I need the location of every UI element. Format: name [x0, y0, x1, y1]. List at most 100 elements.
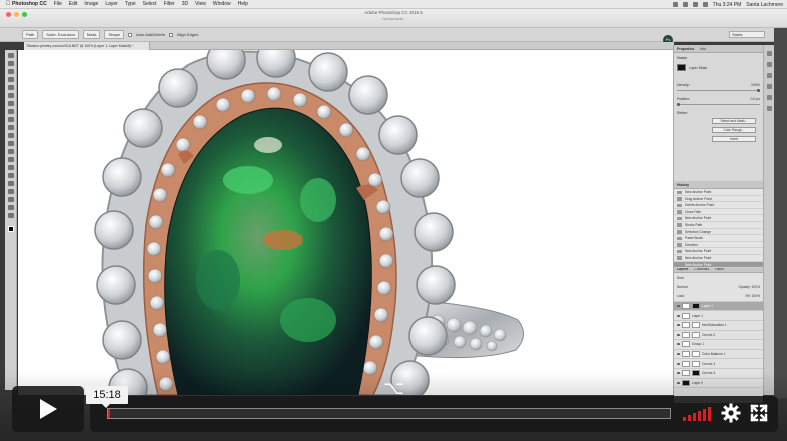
layer-row[interactable]: Layer 1	[674, 311, 763, 321]
quick-select-tool-icon[interactable]	[7, 77, 14, 82]
layer-row[interactable]: Curves 3	[674, 359, 763, 369]
mask-thumbnail[interactable]	[677, 64, 686, 71]
menu-window[interactable]: Window	[213, 1, 231, 7]
layer-group-row[interactable]: Group 1	[674, 340, 763, 350]
select-and-mask-button[interactable]: Select and Mask...	[712, 118, 756, 124]
crop-tool-icon[interactable]	[7, 85, 14, 90]
history-item[interactable]: Stroke Path	[674, 222, 763, 229]
menu-layer[interactable]: Layer	[105, 1, 118, 7]
layer-row[interactable]: Curves 2	[674, 331, 763, 341]
eye-icon[interactable]	[677, 343, 680, 346]
volume-icon[interactable]	[683, 405, 711, 421]
status-icon[interactable]	[682, 2, 688, 7]
progress-bar[interactable]	[107, 408, 671, 419]
pen-tool-icon[interactable]	[7, 165, 14, 170]
eye-icon[interactable]	[677, 305, 680, 308]
feather-slider[interactable]	[677, 103, 760, 106]
brush-panel-icon[interactable]	[766, 95, 772, 100]
history-item[interactable]: Close Path	[674, 209, 763, 216]
eye-icon[interactable]	[677, 353, 680, 356]
shape-button[interactable]: Shape	[104, 30, 125, 39]
tab-properties[interactable]: Properties	[677, 47, 694, 51]
layer-mask-thumbnail[interactable]	[692, 322, 700, 329]
type-tool-icon[interactable]	[7, 173, 14, 178]
density-value[interactable]: 100%	[751, 83, 760, 87]
menu-app[interactable]: Photoshop CC	[12, 1, 47, 7]
menu-view[interactable]: View	[195, 1, 206, 7]
color-range-button[interactable]: Color Range...	[712, 127, 756, 133]
menu-file[interactable]: File	[54, 1, 62, 7]
play-button[interactable]	[12, 386, 84, 432]
eye-icon[interactable]	[677, 324, 680, 327]
density-slider-handle[interactable]	[756, 89, 760, 92]
eye-icon[interactable]	[677, 362, 680, 365]
brush-tool-icon[interactable]	[7, 109, 14, 114]
density-slider[interactable]	[677, 89, 760, 92]
blur-tool-icon[interactable]	[7, 149, 14, 154]
fill-value[interactable]: 100%	[752, 294, 760, 298]
layer-row-selected[interactable]: Layer 1	[674, 301, 763, 312]
history-item[interactable]: New Anchor Point	[674, 215, 763, 222]
menu-3d[interactable]: 3D	[182, 1, 188, 7]
volume-icon[interactable]	[702, 2, 708, 7]
lasso-tool-icon[interactable]	[7, 69, 14, 74]
menu-type[interactable]: Type	[125, 1, 136, 7]
dodge-tool-icon[interactable]	[7, 157, 14, 162]
opacity-value[interactable]: 100%	[752, 285, 760, 289]
swatches-panel-icon[interactable]	[766, 62, 772, 67]
history-item[interactable]: Deselect	[674, 242, 763, 249]
menu-filter[interactable]: Filter	[164, 1, 175, 7]
layer-mask-thumbnail[interactable]	[692, 351, 700, 358]
foreground-color-swatch[interactable]	[7, 226, 14, 232]
color-panel-icon[interactable]	[766, 51, 772, 56]
settings-gear-icon[interactable]	[721, 403, 741, 423]
apple-icon[interactable]: 	[4, 1, 12, 7]
history-item[interactable]: Paste Brush	[674, 235, 763, 242]
align-edges-checkbox[interactable]	[168, 32, 173, 37]
history-item[interactable]: Delete Anchor Point	[674, 202, 763, 209]
document-tab[interactable]: Titanium-jewelry-course2016.NEF @ 100% (…	[24, 42, 150, 50]
hand-tool-icon[interactable]	[7, 197, 14, 202]
tab-info[interactable]: Info	[700, 47, 706, 51]
layer-kind-select[interactable]: Kind	[677, 276, 684, 280]
menu-edit[interactable]: Edit	[69, 1, 78, 7]
history-item[interactable]: New Anchor Point	[674, 255, 763, 262]
menu-help[interactable]: Help	[238, 1, 248, 7]
history-item-selected[interactable]: New Anchor Point	[674, 261, 763, 269]
auto-add-delete-checkbox[interactable]	[128, 32, 133, 37]
character-panel-icon[interactable]	[766, 106, 772, 111]
path-select-tool-icon[interactable]	[7, 181, 14, 186]
blend-mode-select[interactable]: Normal	[677, 285, 688, 289]
feather-value[interactable]: 0.0 px	[750, 97, 760, 101]
wifi-icon[interactable]	[692, 2, 698, 7]
document-canvas[interactable]	[18, 50, 673, 395]
history-item[interactable]: New Anchor Point	[674, 248, 763, 255]
menubar-user[interactable]: Santa Lachmore	[746, 2, 783, 8]
history-brush-tool-icon[interactable]	[7, 125, 14, 130]
layer-row[interactable]: Color Balance 1	[674, 350, 763, 360]
layer-row[interactable]: Hue/Saturation 1	[674, 321, 763, 331]
path-operation-button[interactable]: Subtr. Exclusion	[42, 30, 79, 39]
status-icon[interactable]	[672, 2, 678, 7]
workspace-select[interactable]: Starts	[729, 31, 765, 38]
healing-tool-icon[interactable]	[7, 101, 14, 106]
menubar-clock[interactable]: Thu 3:24 PM	[713, 2, 742, 8]
menu-select[interactable]: Select	[143, 1, 157, 7]
history-item[interactable]: New Anchor Point	[674, 189, 763, 196]
eraser-tool-icon[interactable]	[7, 133, 14, 138]
eye-icon[interactable]	[677, 314, 680, 317]
layer-mask-thumbnail[interactable]	[692, 331, 700, 338]
tab-history[interactable]: History	[677, 183, 689, 187]
libraries-panel-icon[interactable]	[766, 84, 772, 89]
layer-mask-thumbnail[interactable]	[692, 360, 700, 367]
stamp-tool-icon[interactable]	[7, 117, 14, 122]
gradient-tool-icon[interactable]	[7, 141, 14, 146]
more-tools-icon[interactable]	[7, 213, 14, 218]
adjustments-panel-icon[interactable]	[766, 73, 772, 78]
shape-tool-icon[interactable]	[7, 189, 14, 194]
layer-mask-thumbnail[interactable]	[692, 303, 700, 310]
eyedropper-tool-icon[interactable]	[7, 93, 14, 98]
eye-icon[interactable]	[677, 333, 680, 336]
mask-button[interactable]: Mask	[82, 30, 101, 39]
marquee-tool-icon[interactable]	[7, 61, 14, 66]
